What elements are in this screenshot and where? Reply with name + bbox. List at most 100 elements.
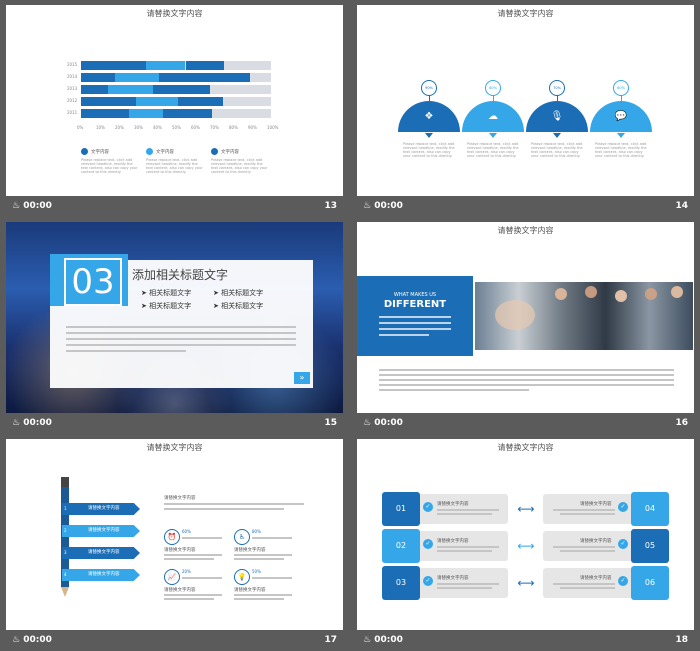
step-banner[interactable]: 请替换文字内容 [62, 503, 140, 515]
text-line [66, 338, 296, 340]
text-line [164, 594, 222, 596]
team-photo [475, 282, 693, 350]
time-display: ♨ 00:00 [12, 635, 52, 645]
slide-panel-16[interactable]: 请替换文字内容 WHAT MAKES US DIFFERENT ♨ 00:00 … [357, 222, 694, 434]
slide-number: 13 [324, 201, 337, 211]
pointer-triangle [489, 133, 497, 138]
number-tile[interactable]: 06 [631, 566, 669, 600]
slide-number: 17 [324, 635, 337, 645]
step-number: 1 [64, 506, 67, 511]
alarm-clock-icon: ⏰ [164, 529, 180, 545]
time-display: ♨ 00:00 [363, 635, 403, 645]
text-line [437, 583, 499, 585]
step-banner[interactable]: 请替换文字内容 [62, 547, 140, 559]
number-tile[interactable]: 02 [382, 529, 420, 563]
text-line [234, 558, 284, 560]
check-icon: ✓ [423, 539, 433, 549]
number-tile[interactable]: 04 [631, 492, 669, 526]
x-tick-label: 60% [191, 125, 200, 130]
slide-16[interactable]: 请替换文字内容 WHAT MAKES US DIFFERENT [357, 222, 694, 413]
text-line [379, 384, 674, 386]
person-head [555, 288, 567, 300]
text-line [379, 379, 674, 381]
text-line [66, 350, 186, 352]
legend-dot [146, 148, 153, 155]
legend-label: 文字内容 [221, 150, 239, 155]
timer-icon: ♨ [363, 418, 372, 428]
slide-18[interactable]: 请替换文字内容 01 ✓ 请替换文字内容 ⟷ 请替换文字内容 ✓ 04 02 ✓ 请替换文字内容 ⟷… [357, 439, 694, 630]
slide-footer: ♨ 00:00 17 [6, 630, 343, 651]
slide-14[interactable]: 请替换文字内容 90% ❖ Please replace text, click a… [357, 5, 694, 196]
number-tile[interactable]: 05 [631, 529, 669, 563]
slide-title: 请替换文字内容 [497, 443, 554, 452]
slide-number: 14 [675, 201, 688, 211]
timer-icon: ♨ [12, 418, 21, 428]
next-arrow-button[interactable]: » [294, 372, 310, 384]
slide-footer: ♨ 00:00 15 [6, 413, 343, 434]
x-tick-label: 0% [77, 125, 84, 130]
text-line [560, 550, 615, 552]
text-line [252, 537, 292, 539]
legend-label: 文字内容 [156, 150, 174, 155]
legend-dot [211, 148, 218, 155]
slide-footer: ♨ 00:00 16 [357, 413, 694, 434]
x-tick-label: 10% [96, 125, 105, 130]
text-line [553, 546, 615, 548]
check-icon: ✓ [423, 576, 433, 586]
list-item: ➤ 相关标题文字 [213, 289, 264, 297]
step-banner[interactable]: 请替换文字内容 [62, 525, 140, 537]
check-icon: ✓ [618, 539, 628, 549]
slide-15[interactable]: 03 添加相关标题文字 ➤ 相关标题文字 ➤ 相关标题文字 ➤ 相关标题文字 ➤… [6, 222, 343, 413]
list-item: ➤ 相关标题文字 [141, 302, 192, 310]
what-makes-us-label: WHAT MAKES US [393, 292, 437, 298]
step-banner[interactable]: 请替换文字内容 [62, 569, 140, 581]
text-line [379, 369, 674, 371]
item-label: 请替换文字内容 [580, 576, 612, 581]
timer-icon: ♨ [363, 635, 372, 645]
legend-description: Please replace text, click add relevant … [211, 158, 268, 174]
pointer-triangle [553, 133, 561, 138]
y-tick-label: 2011 [67, 110, 78, 115]
slide-panel-14[interactable]: 请替换文字内容 90% ❖ Please replace text, click a… [357, 5, 694, 217]
slide-17[interactable]: 请替换文字内容 请替换文字内容 1 请替换文字内容 2 请替换文字内容 3 请替换文字内容 4… [6, 439, 343, 630]
slide-13[interactable]: 请替换文字内容 2015 2014 2013 2012 2011 0% 10% 20% 30% 4… [6, 5, 343, 196]
y-tick-label: 2015 [67, 62, 78, 67]
hands-stack [495, 300, 535, 330]
slide-title: 请替换文字内容 [146, 9, 203, 18]
legend-description: Please replace text, click add relevant … [146, 158, 203, 174]
text-line [234, 554, 292, 556]
time-display: ♨ 00:00 [363, 418, 403, 428]
text-line [66, 326, 296, 328]
slide-footer: ♨ 00:00 14 [357, 196, 694, 217]
number-tile[interactable]: 01 [382, 492, 420, 526]
double-arrow-icon: ⟷ [517, 576, 535, 590]
text-line [560, 587, 615, 589]
text-line [553, 509, 615, 511]
text-line [66, 332, 296, 334]
section-heading: 请替换文字内容 [164, 496, 196, 501]
slide-title: 请替换文字内容 [497, 9, 554, 18]
step-label: 请替换文字内容 [88, 528, 120, 533]
feature-description: Please replace text, click add relevant … [595, 142, 647, 158]
timer-icon: ♨ [12, 635, 21, 645]
step-number: 4 [64, 572, 67, 577]
bar-segment [158, 73, 251, 82]
step-label: 请替换文字内容 [88, 572, 120, 577]
bar-segment [145, 61, 186, 70]
slide-panel-18[interactable]: 请替换文字内容 01 ✓ 请替换文字内容 ⟷ 请替换文字内容 ✓ 04 02 ✓ 请替换文字内容 ⟷… [357, 439, 694, 651]
slide-panel-15[interactable]: 03 添加相关标题文字 ➤ 相关标题文字 ➤ 相关标题文字 ➤ 相关标题文字 ➤… [6, 222, 343, 434]
bar-segment [81, 97, 137, 106]
slide-panel-13[interactable]: 请替换文字内容 2015 2014 2013 2012 2011 0% 10% 20% 30% 4… [6, 5, 343, 217]
x-tick-label: 40% [153, 125, 162, 130]
text-line [164, 503, 304, 505]
time-display: ♨ 00:00 [12, 201, 52, 211]
text-line [164, 508, 284, 510]
slide-panel-17[interactable]: 请替换文字内容 请替换文字内容 1 请替换文字内容 2 请替换文字内容 3 请替换文字内容 4… [6, 439, 343, 651]
number-tile[interactable]: 03 [382, 566, 420, 600]
stat-percent: 60% [182, 529, 191, 534]
bar-segment [81, 85, 108, 94]
text-line [437, 513, 492, 515]
stat-label: 请替换文字内容 [234, 548, 266, 553]
stat-label: 请替换文字内容 [164, 588, 196, 593]
text-line [553, 583, 615, 585]
